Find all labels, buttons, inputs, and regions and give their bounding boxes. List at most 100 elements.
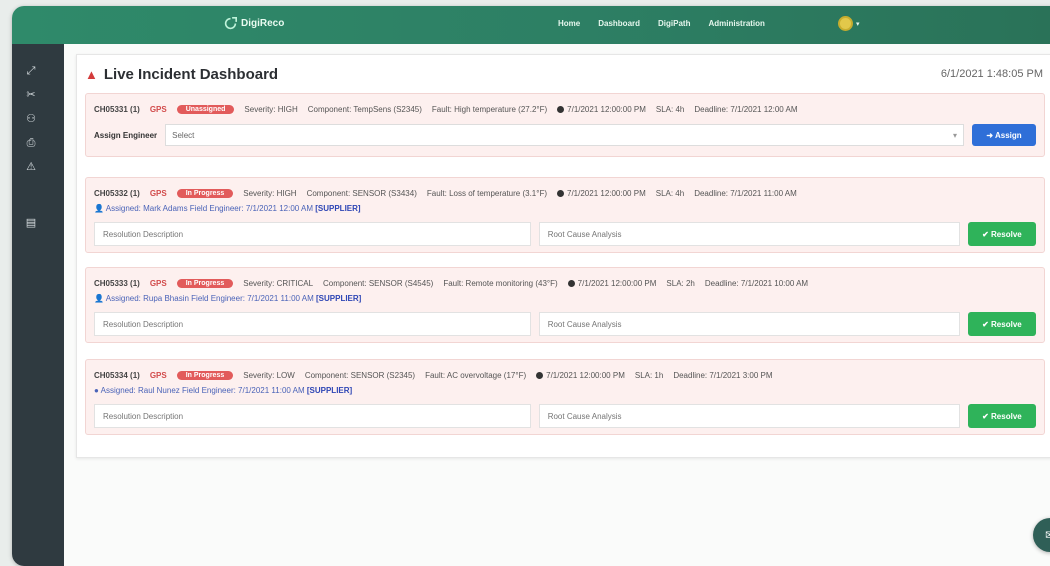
incident-id: CH05332 (1) [94,188,140,198]
user-menu[interactable]: ▾ [838,16,860,31]
resolve-button[interactable]: ✔ Resolve [967,222,1036,246]
sla: SLA: 4h [655,104,685,114]
severity: Severity: HIGH [244,104,298,114]
users-icon[interactable]: ⚇ [24,112,38,126]
nav-digipath[interactable]: DigiPath [658,19,690,28]
incident-card: CH05331 (1) GPS Unassigned Severity: HIG… [85,93,1045,157]
incident-tag: GPS [149,278,167,288]
time: 7/1/2021 12:00:00 PM [557,189,646,198]
incident-meta: CH05331 (1) GPS Unassigned Severity: HIG… [94,102,1036,116]
resolution-input[interactable] [94,312,531,336]
supplier-link[interactable]: [SUPPLIER] [315,204,360,213]
chat-icon: ✉ [1045,528,1050,542]
clock-icon [536,371,544,379]
root-cause-input[interactable] [538,222,960,246]
component: Component: SENSOR (S2345) [304,370,416,380]
document-icon[interactable]: ⎙ [24,136,38,150]
severity: Severity: CRITICAL [243,278,314,288]
tools-icon[interactable]: ✂ [24,88,38,102]
severity: Severity: HIGH [243,188,297,198]
page-title-text: Live Incident Dashboard [103,66,279,83]
assign-button[interactable]: ➜ Assign [972,124,1036,146]
resolve-button[interactable]: ✔ Resolve [967,404,1036,428]
incident-tag: GPS [149,188,167,198]
chevron-down-icon: ▾ [856,20,860,28]
time-text: 7/1/2021 12:00:00 PM [567,104,646,114]
status-badge: Unassigned [176,104,235,114]
nav-home[interactable]: Home [558,19,580,28]
incident-meta: CH05334 (1) GPS In Progress Severity: LO… [94,368,1036,382]
incident-id: CH05334 (1) [94,370,140,380]
avatar [838,16,853,31]
page-title: ▲ Live Incident Dashboard [85,66,278,83]
sla: SLA: 2h [666,278,695,288]
resolve-row: ✔ Resolve [94,312,1036,336]
component: Component: SENSOR (S4545) [323,278,434,288]
resolve-row: ✔ Resolve [94,222,1036,246]
engineer-select[interactable]: Select ▾ [165,124,964,146]
incident-tag: GPS [149,370,167,380]
nav-dashboard[interactable]: Dashboard [598,19,640,28]
person-icon: 👤 [94,294,106,303]
time: 7/1/2021 12:00:00 PM [557,105,646,114]
chat-fab[interactable]: ✉ [1033,518,1050,552]
check-icon: ✔ [982,229,992,239]
app-window: DigiReco Home Dashboard DigiPath Adminis… [12,6,1050,566]
deadline: Deadline: 7/1/2021 10:00 AM [704,278,809,288]
incident-card: CH05334 (1) GPS In Progress Severity: LO… [85,359,1045,435]
assigned-text: Field Engineer: 7/1/2021 12:00 AM [189,204,313,213]
nav-administration[interactable]: Administration [708,19,764,28]
assignment-info: 👤 Assigned: Mark Adams Field Engineer: 7… [94,204,361,213]
supplier-link[interactable]: [SUPPLIER] [316,294,361,303]
incident-meta: CH05333 (1) GPS In Progress Severity: CR… [94,276,1036,290]
brand[interactable]: DigiReco [224,17,284,30]
resolve-label: Resolve [991,319,1022,329]
warning-icon: ▲ [85,67,98,82]
clock-icon [567,279,575,287]
deadline: Deadline: 7/1/2021 3:00 PM [673,370,773,380]
assigned-text: Field Engineer: 7/1/2021 11:00 AM [191,294,314,303]
check-icon: ✔ [982,319,992,329]
assignee: Assigned: Mark Adams [105,204,188,213]
fault: Fault: AC overvoltage (17°F) [425,370,527,380]
time-text: 7/1/2021 12:00:00 PM [577,278,657,288]
status-badge: In Progress [176,370,234,380]
fault: Fault: Loss of temperature (3.1°F) [426,188,547,198]
fault: Fault: High temperature (27.2°F) [431,104,548,114]
expand-icon[interactable]: ⤢ [24,64,38,78]
status-badge: In Progress [176,278,234,288]
select-value: Select [172,131,195,140]
status-badge: In Progress [176,188,234,198]
clock-icon [557,189,564,197]
resolution-input[interactable] [94,404,531,428]
assign-label: Assign [994,130,1022,140]
sla: SLA: 1h [634,370,664,380]
time-text: 7/1/2021 12:00:00 PM [567,188,646,198]
brand-name: DigiReco [241,18,285,29]
resolve-row: ✔ Resolve [94,404,1036,428]
root-cause-input[interactable] [538,312,960,336]
resolve-button[interactable]: ✔ Resolve [967,312,1036,336]
incident-card: CH05333 (1) GPS In Progress Severity: CR… [85,267,1045,343]
top-navbar: DigiReco Home Dashboard DigiPath Adminis… [12,6,1050,44]
person-icon: 👤 [94,204,106,213]
root-cause-input[interactable] [538,404,960,428]
incident-id: CH05333 (1) [94,278,140,288]
clock-icon [557,105,565,113]
supplier-link[interactable]: [SUPPLIER] [307,386,352,395]
chevron-down-icon: ▾ [952,131,957,140]
trash-icon[interactable]: ▤ [24,216,38,230]
component: Component: SENSOR (S3434) [306,188,417,198]
incident-meta: CH05332 (1) GPS In Progress Severity: HI… [94,186,1036,200]
assign-label: Assign Engineer [94,130,158,140]
severity: Severity: LOW [243,370,295,380]
check-icon: ✔ [982,411,992,421]
resolve-label: Resolve [991,411,1022,421]
resolution-input[interactable] [94,222,531,246]
sidebar: ⤢ ✂ ⚇ ⎙ ⚠ ▤ [12,44,64,566]
assign-icon: ➜ [986,130,995,140]
time: 7/1/2021 12:00:00 PM [567,278,657,288]
fault: Fault: Remote monitoring (43°F) [443,278,558,288]
alert-icon[interactable]: ⚠ [24,160,38,174]
incident-card: CH05332 (1) GPS In Progress Severity: HI… [85,177,1045,253]
